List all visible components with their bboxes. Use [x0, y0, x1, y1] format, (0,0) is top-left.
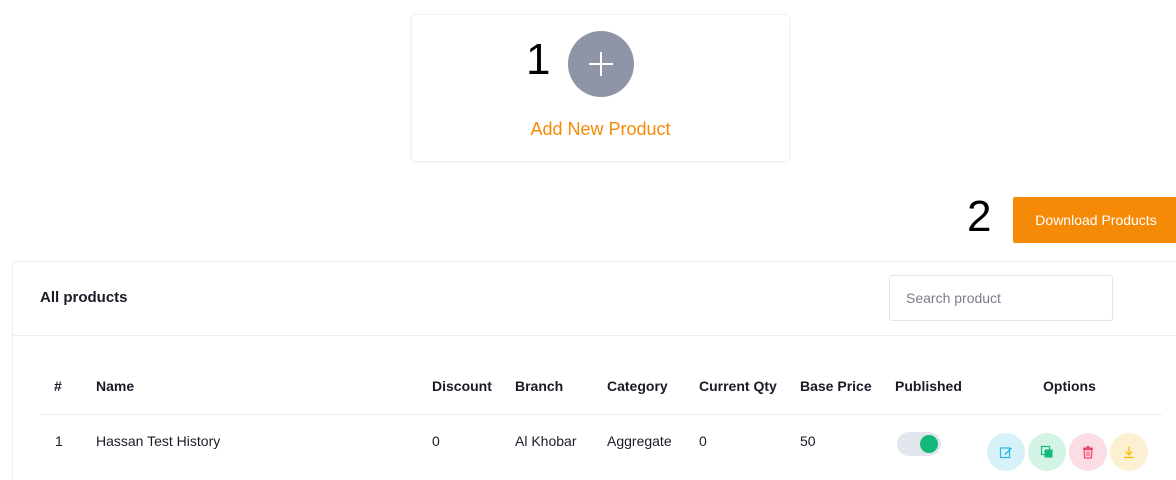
download-products-button[interactable]: Download Products: [1013, 197, 1176, 243]
edit-icon: [999, 447, 1012, 459]
cell-branch: Al Khobar: [515, 433, 577, 449]
column-header-index: #: [54, 378, 62, 394]
panel-title: All products: [40, 289, 128, 306]
cell-discount: 0: [432, 433, 440, 449]
cell-base-price: 50: [800, 433, 816, 449]
delete-icon: [1083, 446, 1093, 459]
column-header-options: Options: [1043, 378, 1096, 394]
column-header-discount: Discount: [432, 378, 492, 394]
column-header-current-qty: Current Qty: [699, 378, 777, 394]
duplicate-button[interactable]: [1028, 433, 1066, 471]
download-button[interactable]: [1110, 433, 1148, 471]
column-header-branch: Branch: [515, 378, 564, 394]
cell-index: 1: [55, 433, 63, 449]
callout-number: 1: [526, 35, 551, 84]
search-input[interactable]: [889, 275, 1113, 321]
add-product-button[interactable]: [568, 31, 634, 97]
published-toggle[interactable]: [897, 432, 941, 456]
page: Add New Product 1 2 3 4 5 6 7 8 Download…: [0, 0, 1176, 480]
column-header-base-price: Base Price: [800, 378, 872, 394]
divider: [13, 335, 1176, 336]
add-product-label[interactable]: Add New Product: [411, 119, 790, 140]
cell-category: Aggregate: [607, 433, 672, 449]
header-divider: [40, 414, 1162, 415]
plus-icon: [589, 52, 613, 76]
column-header-published: Published: [895, 378, 962, 394]
delete-button[interactable]: [1069, 433, 1107, 471]
cell-name: Hassan Test History: [96, 433, 221, 449]
column-header-category: Category: [607, 378, 668, 394]
copy-icon: [1040, 445, 1053, 458]
download-icon: [1124, 446, 1134, 459]
toggle-knob: [920, 435, 938, 453]
edit-button[interactable]: [987, 433, 1025, 471]
column-header-name: Name: [96, 378, 135, 394]
callout-number: 2: [967, 192, 992, 241]
cell-current-qty: 0: [699, 433, 707, 449]
